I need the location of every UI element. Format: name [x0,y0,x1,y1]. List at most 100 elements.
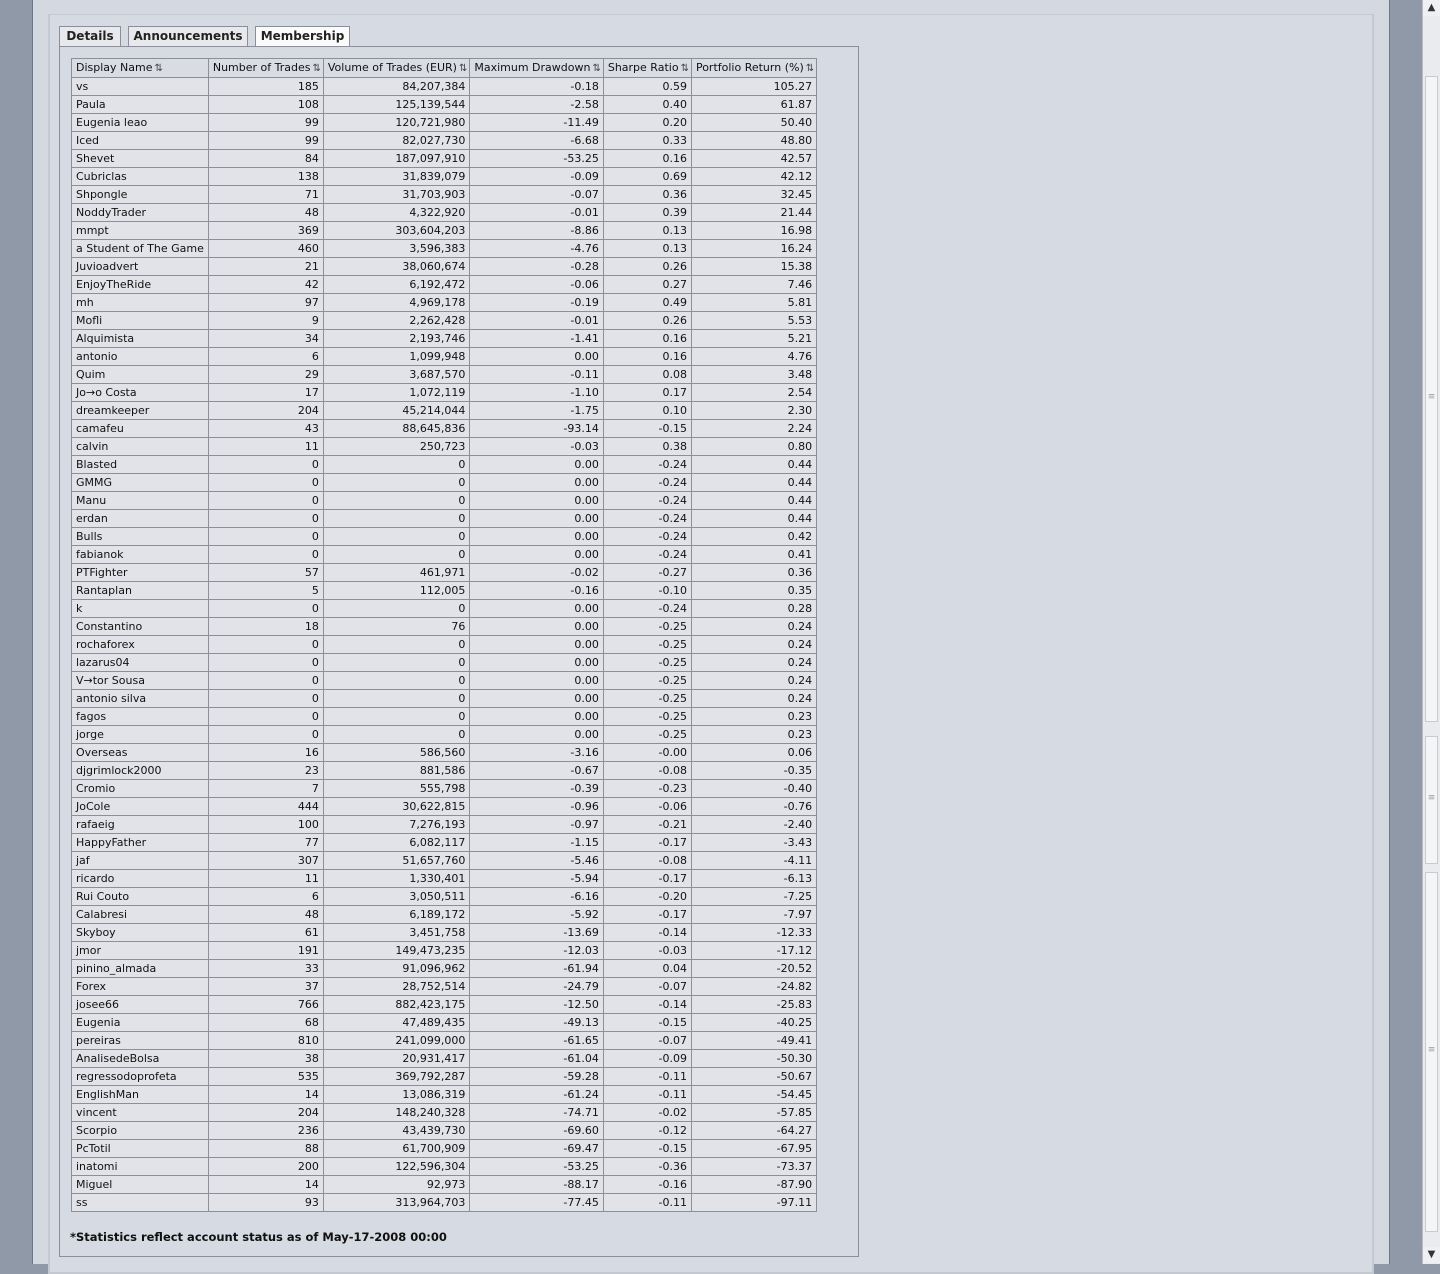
table-row: V→tor Sousa 0 0 0.00 -0.25 0.24 [71,671,818,690]
stat-cell: 43 [207,419,324,438]
stat-cell: 0 [207,491,324,510]
stat-cell: 0 [207,671,324,690]
member-name-cell: Shpongle [71,185,209,204]
member-name-cell: Iced [71,131,209,150]
sort-icon[interactable]: ⇅ [155,63,164,74]
stat-cell: 5.53 [690,311,818,330]
stat-cell: 50.40 [690,113,818,132]
table-header-row: Display Name ⇅ Number of Trades ⇅ Volume of … [71,58,818,78]
stat-cell: 303,604,203 [322,221,471,240]
stat-cell: -0.16 [469,581,604,600]
stat-cell: -4.11 [690,851,818,870]
scroll-thumb-middle[interactable]: ≡ [1425,736,1438,864]
stat-cell: 61.87 [690,95,818,114]
stat-cell: 0.33 [602,131,692,150]
stat-cell: -12.33 [690,923,818,942]
scroll-down-button[interactable]: ▼ [1423,1247,1440,1263]
scroll-thumb-upper[interactable]: ≡ [1425,76,1438,722]
stat-cell: 92,973 [322,1175,471,1194]
stat-cell: -0.19 [469,293,604,312]
table-row: Overseas 16 586,560 -3.16 -0.00 0.06 [71,743,818,762]
stat-cell: 0.16 [602,329,692,348]
column-header[interactable]: Volume of Trades (EUR) ⇅ [322,58,471,78]
column-header-label: Portfolio Return (%) [695,61,804,74]
column-header[interactable]: Number of Trades ⇅ [207,58,324,78]
table-row: ricardo 11 1,330,401 -5.94 -0.17 -6.13 [71,869,818,888]
scroll-up-button[interactable]: ▲ [1423,0,1440,16]
stat-cell: 48.80 [690,131,818,150]
stat-cell: -5.94 [469,869,604,888]
stat-cell: -69.47 [469,1139,604,1158]
member-name-cell: vincent [71,1103,209,1122]
table-row: Scorpio 236 43,439,730 -69.60 -0.12 -64.27 [71,1121,818,1140]
stat-cell: -0.17 [602,905,692,924]
stat-cell: 0 [207,599,324,618]
tab-details[interactable]: Details [59,26,121,46]
stat-cell: 120,721,980 [322,113,471,132]
stat-cell: 6,192,472 [322,275,471,294]
stat-cell: 250,723 [322,437,471,456]
stat-cell: -0.24 [602,545,692,564]
table-row: Shpongle 71 31,703,903 -0.07 0.36 32.45 [71,185,818,204]
stat-cell: 0.40 [602,95,692,114]
stat-cell: 0.00 [469,689,604,708]
column-header[interactable]: Sharpe Ratio ⇅ [602,58,692,78]
stat-cell: 1,072,119 [322,383,471,402]
stat-cell: 0 [207,455,324,474]
statistics-footnote: *Statistics reflect account status as of… [70,1230,447,1244]
stat-cell: -0.15 [602,419,692,438]
stat-cell: 0.80 [690,437,818,456]
stat-cell: 28,752,514 [322,977,471,996]
table-row: jaf 307 51,657,760 -5.46 -0.08 -4.11 [71,851,818,870]
member-name-cell: Manu [71,491,209,510]
stat-cell: 112,005 [322,581,471,600]
stat-cell: 57 [207,563,324,582]
stat-cell: 99 [207,131,324,150]
column-header[interactable]: Portfolio Return (%) ⇅ [690,58,818,78]
sort-icon[interactable]: ⇅ [806,63,815,74]
stat-cell: 0.17 [602,383,692,402]
stat-cell: -24.79 [469,977,604,996]
member-name-cell: josee66 [71,995,209,1014]
stat-cell: -0.10 [602,581,692,600]
stat-cell: 16.24 [690,239,818,258]
stat-cell: 0.10 [602,401,692,420]
stat-cell: 766 [207,995,324,1014]
stat-cell: -0.08 [602,851,692,870]
scroll-thumb-lower[interactable]: ≡ [1425,872,1438,1232]
table-row: inatomi 200 122,596,304 -53.25 -0.36 -73.37 [71,1157,818,1176]
table-row: Mofli 9 2,262,428 -0.01 0.26 5.53 [71,311,818,330]
stat-cell: -13.69 [469,923,604,942]
stat-cell: 14 [207,1175,324,1194]
stat-cell: 2,262,428 [322,311,471,330]
column-header[interactable]: Maximum Drawdown ⇅ [469,58,604,78]
sort-icon[interactable]: ⇅ [681,63,690,74]
stat-cell: -0.06 [602,797,692,816]
stat-cell: 0.20 [602,113,692,132]
stat-cell: -17.12 [690,941,818,960]
arrow-down-icon: ▼ [1427,1249,1436,1260]
column-header[interactable]: Display Name ⇅ [71,58,209,78]
stat-cell: 99 [207,113,324,132]
tab-announcements[interactable]: Announcements [128,26,248,46]
stat-cell: -1.75 [469,401,604,420]
stat-cell: -0.07 [469,185,604,204]
table-row: PTFighter 57 461,971 -0.02 -0.27 0.36 [71,563,818,582]
stat-cell: 5.81 [690,293,818,312]
table-row: GMMG 0 0 0.00 -0.24 0.44 [71,473,818,492]
stat-cell: 0 [322,671,471,690]
stat-cell: 369,792,287 [322,1067,471,1086]
sort-icon[interactable]: ⇅ [592,63,601,74]
sort-icon[interactable]: ⇅ [312,63,321,74]
tab-membership[interactable]: Membership [255,26,350,48]
stat-cell: 47,489,435 [322,1013,471,1032]
sort-icon[interactable]: ⇅ [459,63,468,74]
stat-cell: 21 [207,257,324,276]
stat-cell: 16 [207,743,324,762]
member-name-cell: PcTotil [71,1139,209,1158]
table-row: rochaforex 0 0 0.00 -0.25 0.24 [71,635,818,654]
vertical-scrollbar[interactable]: ▲ ≡ ≡ ≡ ▼ [1422,0,1440,1264]
stat-cell: 185 [207,77,324,96]
stat-cell: 0.26 [602,257,692,276]
desktop-left-edge [0,0,32,1264]
